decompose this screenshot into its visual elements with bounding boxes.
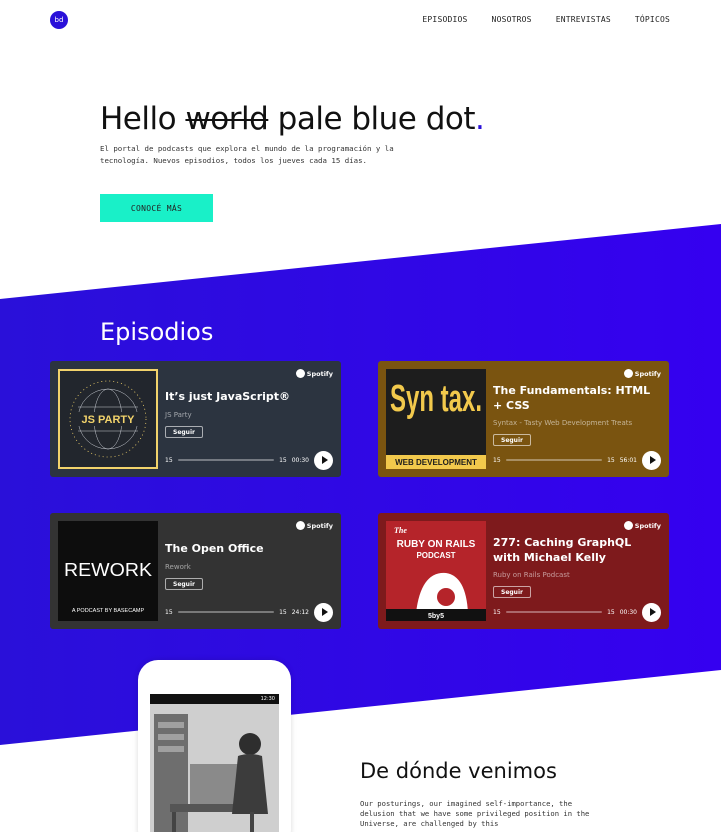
ruby-on-rails-cover-art: The RUBY ON RAILS PODCAST 5by5 xyxy=(386,521,486,621)
spotify-label: Spotify xyxy=(634,521,661,530)
phone-mockup: 12:30 xyxy=(138,660,291,832)
spotify-label: Spotify xyxy=(634,369,661,378)
skip-forward-icon[interactable]: 15 xyxy=(607,609,615,616)
phone-status-bar: 12:30 xyxy=(150,694,279,704)
episode-show: Syntax - Tasty Web Development Treats xyxy=(493,419,633,427)
js-party-art-text: JS PARTY xyxy=(82,414,136,426)
follow-button[interactable]: Seguir xyxy=(165,426,203,438)
episode-card-js-party: JS PARTY Spotify It’s just JavaScript® J… xyxy=(50,361,341,477)
progress-bar[interactable] xyxy=(177,459,275,461)
spotify-icon xyxy=(623,521,633,530)
origin-text: Our posturings, our imagined self-import… xyxy=(360,799,590,828)
hero-title-strike: world xyxy=(185,101,269,137)
skip-back-icon[interactable]: 15 xyxy=(165,457,173,464)
play-icon[interactable] xyxy=(642,602,661,622)
main-nav: EPISODIOS NOSOTROS ENTREVISTAS TÓPICOS xyxy=(422,15,670,24)
episode-time: 00:30 xyxy=(619,608,637,616)
episode-show: JS Party xyxy=(165,411,192,419)
spotify-icon xyxy=(295,369,305,378)
spotify-label: Spotify xyxy=(306,369,333,378)
spotify-icon xyxy=(623,369,633,378)
skip-forward-icon[interactable]: 15 xyxy=(607,457,615,464)
spotify-logo: Spotify xyxy=(295,521,333,530)
episode-time: 56:01 xyxy=(619,456,637,464)
play-icon[interactable] xyxy=(314,602,333,622)
skip-back-icon[interactable]: 15 xyxy=(493,457,501,464)
episode-card-ruby-on-rails: The RUBY ON RAILS PODCAST 5by5 Spotify 2… xyxy=(378,513,669,629)
episode-title: The Fundamentals: HTML + CSS xyxy=(493,384,651,412)
hero-subtitle: El portal de podcasts que explora el mun… xyxy=(100,144,394,165)
phone-status-time: 12:30 xyxy=(260,696,275,702)
player-controls: 15 15 56:01 xyxy=(493,450,661,470)
skip-forward-icon[interactable]: 15 xyxy=(279,609,287,616)
js-party-cover-art: JS PARTY xyxy=(58,369,158,469)
skip-forward-icon[interactable]: 15 xyxy=(279,457,287,464)
spotify-logo: Spotify xyxy=(623,369,661,378)
spotify-label: Spotify xyxy=(306,521,333,530)
player-controls: 15 15 00:30 xyxy=(165,450,333,470)
hero-title-start: Hello xyxy=(100,101,186,137)
conoce-mas-button[interactable]: CONOCÉ MÁS xyxy=(100,194,213,222)
rework-art-subtitle: A PODCAST BY BASECAMP xyxy=(72,608,145,614)
ror-art-subtitle: PODCAST xyxy=(416,551,455,560)
rework-art-text: REWORK xyxy=(64,560,152,580)
skip-back-icon[interactable]: 15 xyxy=(493,609,501,616)
play-icon[interactable] xyxy=(314,450,333,470)
progress-bar[interactable] xyxy=(177,611,275,613)
episode-time: 24:12 xyxy=(291,608,309,616)
hero-title-end: pale blue dot xyxy=(268,101,476,137)
episode-card-syntax: Syn tax. WEB DEVELOPMENT Spotify The Fun… xyxy=(378,361,669,477)
origin-title: De dónde venimos xyxy=(360,759,557,783)
rework-cover-art: REWORK A PODCAST BY BASECAMP xyxy=(58,521,158,621)
follow-button[interactable]: Seguir xyxy=(493,434,531,446)
episode-title: It’s just JavaScript® xyxy=(165,390,291,403)
episode-card-rework: REWORK A PODCAST BY BASECAMP Spotify The… xyxy=(50,513,341,629)
episode-title: 277: Caching GraphQL with Michael Kelly xyxy=(493,536,632,564)
ror-art-pre: The xyxy=(394,526,407,535)
site-logo[interactable]: bd xyxy=(50,11,68,29)
hero-title-dot: . xyxy=(475,101,485,137)
spotify-logo: Spotify xyxy=(295,369,333,378)
skip-back-icon[interactable]: 15 xyxy=(165,609,173,616)
follow-button[interactable]: Seguir xyxy=(493,586,531,598)
spotify-logo: Spotify xyxy=(623,521,661,530)
episode-show: Rework xyxy=(165,563,191,571)
episode-show: Ruby on Rails Podcast xyxy=(493,571,570,579)
nav-entrevistas[interactable]: ENTREVISTAS xyxy=(556,15,611,24)
nav-nosotros[interactable]: NOSOTROS xyxy=(492,15,532,24)
player-controls: 15 15 24:12 xyxy=(165,602,333,622)
episode-time: 00:30 xyxy=(291,456,309,464)
episodes-title: Episodios xyxy=(100,318,214,346)
progress-bar[interactable] xyxy=(505,459,603,461)
ror-art-text: RUBY ON RAILS xyxy=(397,539,476,550)
spotify-icon xyxy=(295,521,305,530)
nav-topicos[interactable]: TÓPICOS xyxy=(635,15,670,24)
nav-episodios[interactable]: EPISODIOS xyxy=(422,15,467,24)
ror-art-badge: 5by5 xyxy=(428,613,444,620)
hero-title: Hello world pale blue dot. xyxy=(100,101,485,137)
play-icon[interactable] xyxy=(642,450,661,470)
syntax-art-text: Syn tax. xyxy=(390,378,482,420)
syntax-art-subtitle: WEB DEVELOPMENT xyxy=(395,458,477,467)
episode-title: The Open Office xyxy=(165,542,264,555)
progress-bar[interactable] xyxy=(505,611,603,613)
player-controls: 15 15 00:30 xyxy=(493,602,661,622)
syntax-cover-art: Syn tax. WEB DEVELOPMENT xyxy=(386,369,486,469)
follow-button[interactable]: Seguir xyxy=(165,578,203,590)
vintage-computer-photo xyxy=(150,704,279,832)
